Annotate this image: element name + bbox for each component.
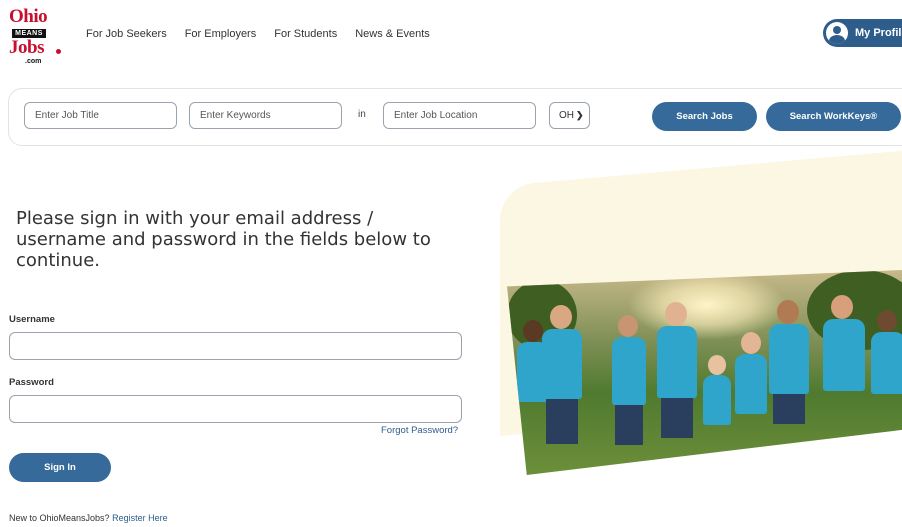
logo-ohio-text: Ohio: [9, 6, 48, 27]
main-nav: For Job Seekers For Employers For Studen…: [86, 28, 448, 40]
register-prompt: New to OhioMeansJobs? Register Here: [9, 513, 168, 523]
logo-registered-mark: [56, 49, 61, 54]
password-input[interactable]: [9, 395, 462, 423]
username-label: Username: [9, 314, 55, 325]
job-search-bar: in OH ❯ Search Jobs Search WorkKeys®: [8, 88, 902, 146]
chevron-down-icon: ❯: [576, 110, 584, 120]
ohiomeansjobs-logo[interactable]: Ohio MEANS Jobs .com: [8, 6, 66, 65]
keywords-input[interactable]: [189, 102, 342, 129]
register-here-link[interactable]: Register Here: [112, 513, 168, 523]
nav-students[interactable]: For Students: [274, 28, 337, 40]
new-user-text: New to OhioMeansJobs?: [9, 513, 110, 523]
nav-employers[interactable]: For Employers: [185, 28, 257, 40]
password-label: Password: [9, 377, 54, 388]
username-input[interactable]: [9, 332, 462, 360]
my-profile-label: My Profile: [855, 27, 902, 39]
job-location-input[interactable]: [383, 102, 536, 129]
job-title-input[interactable]: [24, 102, 177, 129]
logo-jobs-text: Jobs: [9, 37, 44, 58]
sunlight-glow: [627, 270, 787, 340]
volunteers-photo: [507, 270, 902, 475]
user-avatar-icon: [826, 22, 848, 44]
search-workkeys-button[interactable]: Search WorkKeys®: [766, 102, 901, 131]
my-profile-button[interactable]: My Profile: [823, 19, 902, 47]
nav-job-seekers[interactable]: For Job Seekers: [86, 28, 167, 40]
in-label: in: [358, 109, 366, 120]
nav-news-events[interactable]: News & Events: [355, 28, 430, 40]
search-jobs-button[interactable]: Search Jobs: [652, 102, 757, 131]
state-select[interactable]: OH ❯: [549, 102, 590, 129]
state-value: OH: [559, 110, 574, 121]
sign-in-button[interactable]: Sign In: [9, 453, 111, 482]
logo-com-text: .com: [25, 58, 42, 65]
forgot-password-link[interactable]: Forgot Password?: [381, 425, 458, 436]
signin-heading: Please sign in with your email address /…: [16, 208, 431, 271]
